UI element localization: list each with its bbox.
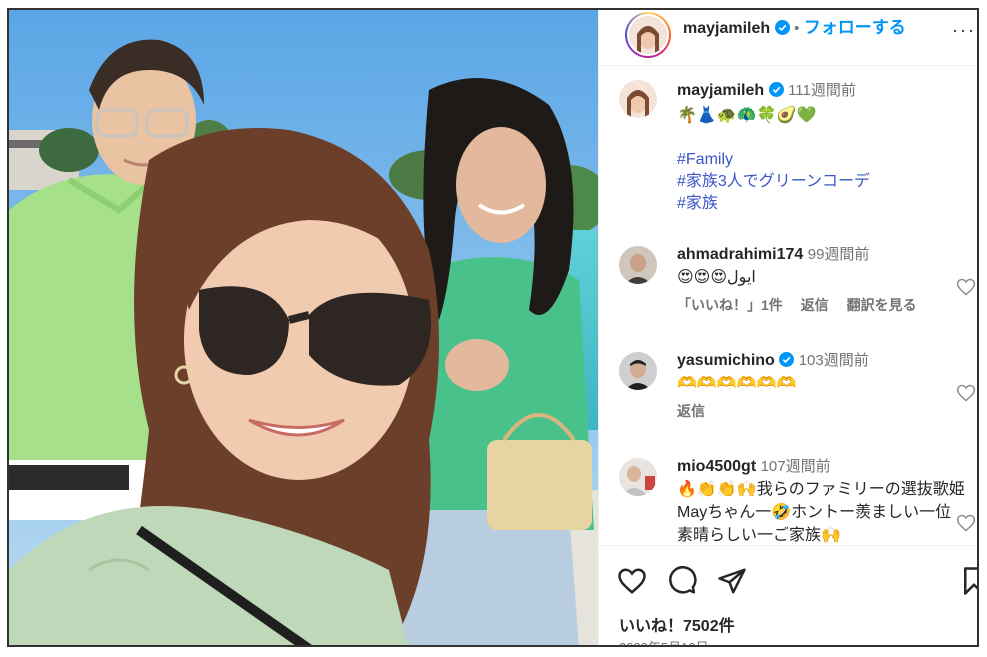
author-avatar-image [629, 16, 667, 54]
comment-time[interactable]: 99週間前 [808, 246, 870, 263]
caption-content: mayjamileh 111週間前 🌴👗🐢🦚🍀🥑💚 #Family #家族3人で… [677, 80, 977, 215]
reply-button[interactable]: 返信 [801, 297, 829, 313]
post-header: mayjamileh • フォローする ··· [599, 10, 977, 66]
comment-username[interactable]: mio4500gt [677, 458, 756, 475]
post-photo[interactable] [9, 10, 598, 645]
commenter-avatar-image [619, 246, 657, 284]
comment-time[interactable]: 103週間前 [799, 352, 869, 369]
share-send-icon[interactable] [717, 566, 747, 596]
commenter-avatar-image [619, 458, 657, 496]
commenter-avatar[interactable] [619, 352, 657, 390]
like-heart-icon[interactable] [617, 566, 647, 596]
comment-time[interactable]: 107週間前 [761, 458, 831, 475]
comment-content: mio4500gt 107週間前 🔥👏👏🙌我らのファミリーの選抜歌姫Mayちゃん… [677, 456, 969, 544]
comment-username[interactable]: ahmadrahimi174 [677, 246, 803, 263]
comment-bubble-icon[interactable] [667, 566, 697, 596]
post-side-panel: mayjamileh • フォローする ··· mayjamileh 111週間… [598, 10, 979, 645]
translate-button[interactable]: 翻訳を見る [847, 297, 917, 313]
comment-meta: 返信 [677, 401, 967, 421]
hashtag-kazoku[interactable]: #家族 [677, 193, 977, 215]
author-avatar[interactable] [625, 12, 671, 58]
commenter-avatar[interactable] [619, 458, 657, 496]
comment-like-heart-icon[interactable] [956, 277, 976, 297]
comments-area[interactable]: mayjamileh 111週間前 🌴👗🐢🦚🍀🥑💚 #Family #家族3人で… [599, 66, 977, 544]
caption-emojis: 🌴👗🐢🦚🍀🥑💚 [677, 107, 817, 124]
author-username[interactable]: mayjamileh [683, 20, 770, 37]
hashtag-family[interactable]: #Family [677, 149, 977, 171]
header-dot: • [794, 20, 800, 37]
comment-like-heart-icon[interactable] [956, 513, 976, 533]
comment-text: 😍😍😍ایول [677, 269, 756, 286]
hashtag-green-coordinate[interactable]: #家族3人でグリーンコーデ [677, 171, 977, 193]
comment-text: 🫶🫶🫶🫶🫶🫶 [677, 375, 797, 392]
follow-button[interactable]: フォローする [804, 18, 906, 37]
commenter-avatar[interactable] [619, 246, 657, 284]
post-actions-bar: いいね！7502件 2023年5月10日 [599, 545, 979, 645]
comment-username[interactable]: yasumichino [677, 352, 775, 369]
commenter-avatar-image [619, 352, 657, 390]
header-text: mayjamileh • フォローする [683, 18, 906, 39]
comment-meta: 「いいね！」1件 返信 翻訳を見る [677, 295, 967, 315]
verified-badge-icon [774, 20, 790, 35]
comment-text: 🔥👏👏🙌我らのファミリーの選抜歌姫Mayちゃん一🤣ホントー羨ましい一位 素晴らし… [677, 481, 965, 544]
bookmark-save-icon[interactable] [959, 566, 979, 596]
verified-badge-icon [779, 352, 795, 367]
caption-avatar[interactable] [619, 80, 657, 118]
comment-content: ahmadrahimi174 99週間前 😍😍😍ایول 「いいね！」1件 返信… [677, 244, 967, 315]
verified-badge-icon [768, 82, 784, 97]
like-count[interactable]: いいね！7502件 [619, 612, 735, 636]
family-photo-illustration [9, 10, 598, 645]
caption-avatar-image [627, 90, 649, 118]
comment-content: yasumichino 103週間前 🫶🫶🫶🫶🫶🫶 返信 [677, 350, 967, 421]
comment-likes-link[interactable]: 「いいね！」1件 [677, 297, 783, 313]
comment-like-heart-icon[interactable] [956, 383, 976, 403]
post-date[interactable]: 2023年5月10日 [619, 637, 709, 645]
caption-time[interactable]: 111週間前 [788, 82, 856, 99]
caption-username[interactable]: mayjamileh [677, 82, 764, 99]
more-options-icon[interactable]: ··· [952, 20, 976, 41]
reply-button[interactable]: 返信 [677, 403, 705, 419]
instagram-post-frame: mayjamileh • フォローする ··· mayjamileh 111週間… [7, 8, 979, 647]
